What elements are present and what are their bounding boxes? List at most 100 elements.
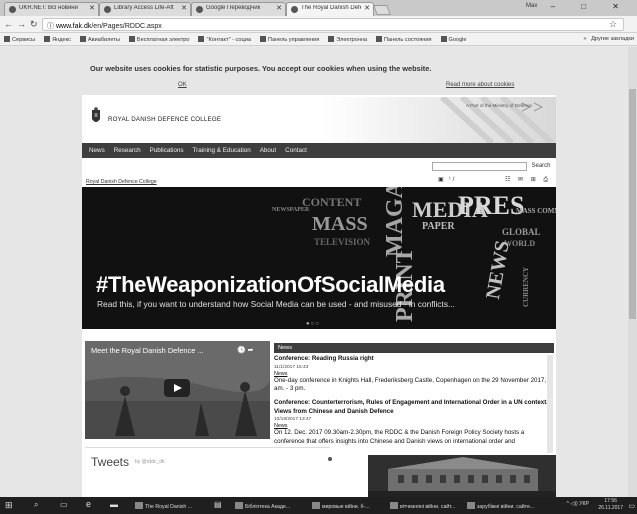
- bookmark-item[interactable]: Электронна: [328, 36, 367, 43]
- info-icon[interactable]: ⓘ: [47, 23, 56, 30]
- nav-publications[interactable]: Publications: [150, 147, 184, 154]
- notifications-icon[interactable]: ▭: [628, 500, 635, 511]
- store-icon[interactable]: ▤: [214, 498, 222, 509]
- tweets-by-handle[interactable]: by @rddc_dk: [135, 459, 165, 465]
- cookie-read-more-link[interactable]: Read more about cookies: [446, 82, 514, 88]
- taskbar-word-4[interactable]: зарубіжні війни. сайте...: [467, 500, 539, 511]
- tab-royal-danish-defence[interactable]: The Royal Danish Defen ✕: [286, 2, 374, 16]
- back-arrow-icon[interactable]: ←: [4, 19, 13, 29]
- search-icon[interactable]: ⌕: [34, 498, 38, 509]
- video-player[interactable]: Meet the Royal Danish Defence ... 🕓 ➦: [85, 341, 270, 439]
- tab-ukrnet[interactable]: UKR.NET: Всі новини Ук ✕: [4, 2, 99, 16]
- castle-photo[interactable]: [368, 455, 556, 497]
- close-icon[interactable]: ✕: [364, 4, 370, 12]
- taskbar-word-2[interactable]: мировые війни. б-...: [312, 500, 384, 511]
- carousel-dots[interactable]: ●○○: [306, 321, 320, 327]
- new-tab-button[interactable]: [373, 5, 391, 15]
- video-title[interactable]: Meet the Royal Danish Defence ...: [91, 346, 204, 355]
- windows-taskbar: ⊞ ⌕ ▭ e ▬ The Royal Danish ... ▤ Бібліот…: [0, 497, 637, 514]
- reload-icon[interactable]: ↻: [30, 19, 38, 30]
- video-watch-later-share-icon[interactable]: 🕓 ➦: [237, 346, 254, 354]
- hero-subtitle[interactable]: Read this, if you want to understand how…: [97, 299, 455, 309]
- ministry-tagline: A Part of the Ministry of Defence: [466, 103, 532, 108]
- bookmark-item[interactable]: Бесплатная электро: [128, 36, 190, 43]
- hero-title[interactable]: #TheWeaponizationOfSocialMedia: [96, 272, 445, 298]
- ukrnet-favicon-icon: [9, 6, 16, 13]
- task-view-icon[interactable]: ▭: [60, 498, 68, 509]
- nav-about[interactable]: About: [260, 147, 276, 154]
- breadcrumb[interactable]: Royal Danish Defence College: [86, 179, 157, 185]
- nav-training-education[interactable]: Training & Education: [193, 147, 251, 154]
- tab-label: Google Переводчик: [206, 5, 261, 11]
- clock[interactable]: 17:56 26.11.2017: [598, 498, 623, 512]
- news-text: On 12. Dec. 2017 09.30am-2.30pm, the RDD…: [274, 429, 525, 445]
- bookmark-star-icon[interactable]: ☆: [609, 19, 617, 30]
- bookmarks-bar: Сервисы Яндекс Авиабилеты Бесплатная эле…: [0, 33, 637, 46]
- tab-library-access[interactable]: Library Access Life-After ✕: [99, 2, 191, 16]
- news-item: Conference: Counterterrorism, Rules of E…: [274, 399, 554, 446]
- close-icon[interactable]: ✕: [181, 4, 187, 12]
- news-title[interactable]: Conference: Counterterrorism, Rules of E…: [274, 399, 554, 416]
- news-date: 10/19/2017 13:47: [274, 417, 312, 422]
- tab-google-translate[interactable]: Google Переводчик ✕: [191, 2, 286, 16]
- site-logo-text[interactable]: ROYAL DANISH DEFENCE COLLEGE: [108, 116, 221, 123]
- address-bar[interactable]: ⓘ www.fak.dk/en/Pages/RDDC.aspx ☆: [42, 18, 624, 31]
- apps-icon: [4, 36, 10, 42]
- bookmark-item[interactable]: Панель состояния: [376, 36, 432, 43]
- edge-icon[interactable]: e: [86, 497, 91, 508]
- e-icon: [328, 36, 335, 42]
- bookmark-item[interactable]: Сервисы: [4, 36, 35, 43]
- hero-carousel[interactable]: NEWSPAPER CONTENT MASS TELEVISION MAGAZ …: [82, 187, 556, 329]
- nav-news[interactable]: News: [89, 147, 105, 154]
- main-nav: News Research Publications Training & Ed…: [82, 143, 556, 158]
- library-favicon-icon: [104, 6, 111, 13]
- profile-name[interactable]: Max: [526, 3, 537, 9]
- taskbar-word-1[interactable]: Бібліотека Акаде...: [235, 500, 307, 511]
- cookie-notice: Our website uses cookies for statistic p…: [90, 64, 432, 73]
- tweets-widget: Tweets by @rddc_dk: [85, 447, 330, 497]
- windows-start-icon[interactable]: ⊞: [5, 498, 13, 509]
- url-path: /en/Pages/RDDC.aspx: [91, 23, 162, 30]
- forward-arrow-icon[interactable]: →: [17, 19, 26, 29]
- word-icon: [390, 502, 398, 509]
- cookie-ok-link[interactable]: OK: [178, 82, 187, 88]
- news-header: News: [274, 343, 554, 353]
- news-title[interactable]: Conference: Reading Russia right: [274, 355, 554, 364]
- close-icon[interactable]: ✕: [276, 4, 282, 12]
- page-icon: [44, 36, 51, 42]
- close-icon[interactable]: ✕: [89, 4, 95, 12]
- taskbar-chrome[interactable]: The Royal Danish ...: [135, 500, 207, 511]
- clock-time: 17:56: [604, 498, 617, 504]
- bookmark-item[interactable]: Яндекс: [44, 36, 71, 43]
- castle-illustration: [368, 455, 556, 497]
- bookmarks-other[interactable]: » Другие закладки: [583, 36, 634, 42]
- page-tools-icon[interactable]: ☷ ✉ ⊞ ⎙: [505, 176, 551, 184]
- clock-date: 26.11.2017: [598, 505, 623, 511]
- nav-research[interactable]: Research: [114, 147, 141, 154]
- danish-crest-logo[interactable]: [89, 107, 103, 127]
- page-scrollbar-thumb[interactable]: [629, 89, 636, 319]
- bookmark-item[interactable]: Google: [440, 36, 467, 43]
- site-container: ROYAL DANISH DEFENCE COLLEGE A Part of t…: [82, 95, 556, 497]
- window-controls[interactable]: – □ ✕: [551, 2, 631, 11]
- news-item: Conference: Reading Russia right 11/1/20…: [274, 355, 554, 394]
- word-icon: [467, 502, 475, 509]
- bookmark-item[interactable]: Авиабилеты: [79, 36, 120, 43]
- nav-contact[interactable]: Contact: [285, 147, 307, 154]
- bookmark-item[interactable]: "Контакт" - социа: [198, 36, 251, 43]
- plane-icon: [79, 36, 86, 42]
- search-button[interactable]: Search: [528, 162, 554, 171]
- tab-label: UKR.NET: Всі новини Ук: [19, 5, 79, 11]
- share-tools-icon[interactable]: ▣ ᵗ/: [438, 176, 456, 183]
- play-button[interactable]: [164, 379, 190, 397]
- system-tray[interactable]: ^ ◁)) УКР: [566, 501, 589, 507]
- tab-label: Library Access Life-After: [114, 5, 174, 11]
- tweets-title: Tweets: [91, 455, 130, 469]
- news-scrollbar[interactable]: [547, 355, 553, 453]
- taskbar-word-3[interactable]: вітчизняні війни. сайт...: [390, 500, 462, 511]
- page-viewport: Our website uses cookies for statistic p…: [0, 47, 637, 497]
- search-input[interactable]: [432, 162, 527, 171]
- file-explorer-icon[interactable]: ▬: [110, 498, 118, 509]
- bookmark-item[interactable]: Панель управления: [259, 36, 319, 43]
- news-text: One-day conference in Knights Hall, Fred…: [274, 376, 552, 393]
